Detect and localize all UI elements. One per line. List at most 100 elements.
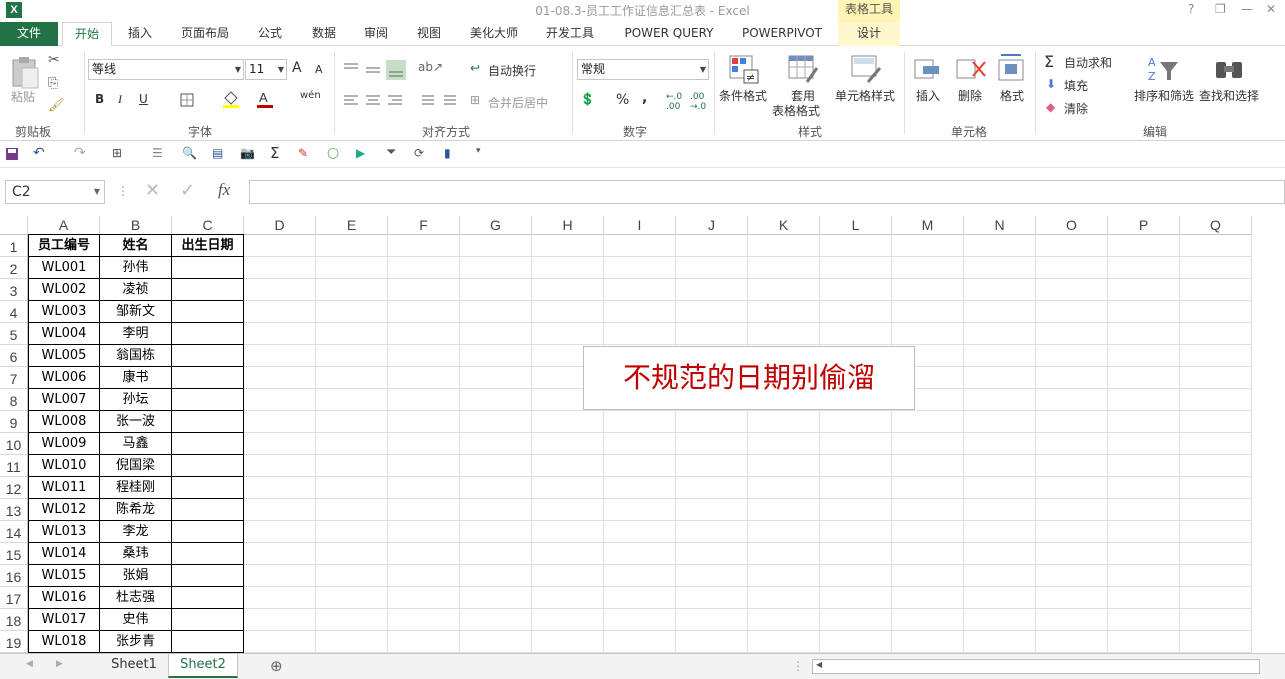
grid-cell[interactable] — [604, 257, 676, 279]
grid-cell[interactable] — [460, 499, 532, 521]
grid-cell[interactable] — [532, 587, 604, 609]
grid-cell[interactable] — [676, 323, 748, 345]
grid-cell[interactable] — [316, 521, 388, 543]
bold-button[interactable]: B — [95, 92, 104, 106]
grid-cell[interactable] — [820, 455, 892, 477]
grid-cell[interactable] — [316, 257, 388, 279]
table-cell[interactable]: 陈希龙 — [100, 499, 172, 521]
grid-cell[interactable] — [460, 631, 532, 653]
grid-cell[interactable] — [532, 323, 604, 345]
grid-cell[interactable] — [388, 631, 460, 653]
grid-cell[interactable] — [1180, 455, 1252, 477]
grid-cell[interactable] — [676, 411, 748, 433]
table-cell[interactable] — [172, 587, 244, 609]
table-cell[interactable] — [172, 521, 244, 543]
grid-cell[interactable] — [820, 257, 892, 279]
table-cell[interactable]: WL008 — [28, 411, 100, 433]
row-header[interactable]: 11 — [0, 455, 28, 477]
insert-cells-button[interactable]: 插入 — [916, 87, 940, 104]
grid-cell[interactable] — [1036, 587, 1108, 609]
grid-cell[interactable] — [892, 279, 964, 301]
grid-cell[interactable] — [244, 367, 316, 389]
grid-cell[interactable] — [892, 499, 964, 521]
tab-data[interactable]: 数据 — [300, 22, 348, 46]
row-header[interactable]: 1 — [0, 235, 28, 257]
grid-cell[interactable] — [1180, 587, 1252, 609]
grid-cell[interactable] — [676, 477, 748, 499]
grid-cell[interactable] — [1180, 631, 1252, 653]
grid-cell[interactable] — [532, 433, 604, 455]
grid-cell[interactable] — [748, 301, 820, 323]
horizontal-scrollbar[interactable]: ◀ — [812, 659, 1260, 674]
grid-cell[interactable] — [532, 631, 604, 653]
shrink-font-button[interactable]: A — [315, 63, 323, 76]
grid-cell[interactable] — [676, 257, 748, 279]
grid-cell[interactable] — [244, 499, 316, 521]
grid-cell[interactable] — [316, 499, 388, 521]
table-cell[interactable]: WL007 — [28, 389, 100, 411]
row-header[interactable]: 12 — [0, 477, 28, 499]
grid-cell[interactable] — [460, 477, 532, 499]
grid-cell[interactable] — [532, 565, 604, 587]
grid-cell[interactable] — [748, 455, 820, 477]
grid-cell[interactable] — [964, 499, 1036, 521]
grid-cell[interactable] — [244, 411, 316, 433]
grid-cell[interactable] — [1108, 433, 1180, 455]
callout-textbox[interactable]: 不规范的日期别偷溜 — [583, 346, 915, 410]
grid-cell[interactable] — [964, 587, 1036, 609]
table-cell[interactable]: WL005 — [28, 345, 100, 367]
grid-cell[interactable] — [316, 279, 388, 301]
grid-cell[interactable] — [388, 323, 460, 345]
column-header[interactable]: N — [964, 216, 1036, 235]
grid-cell[interactable] — [244, 389, 316, 411]
column-header[interactable]: K — [748, 216, 820, 235]
grid-cell[interactable] — [748, 609, 820, 631]
grid-cell[interactable] — [748, 477, 820, 499]
grid-cell[interactable] — [316, 565, 388, 587]
tab-formulas[interactable]: 公式 — [246, 22, 294, 46]
grid-cell[interactable] — [316, 235, 388, 257]
table-cell[interactable] — [172, 565, 244, 587]
table-cell[interactable] — [172, 345, 244, 367]
grid-cell[interactable] — [964, 257, 1036, 279]
grid-cell[interactable] — [676, 455, 748, 477]
table-cell[interactable]: 史伟 — [100, 609, 172, 631]
column-header[interactable]: Q — [1180, 216, 1252, 235]
table-cell[interactable]: WL016 — [28, 587, 100, 609]
grid-cell[interactable] — [676, 543, 748, 565]
column-header[interactable]: A — [28, 216, 100, 235]
grid-cell[interactable] — [388, 411, 460, 433]
save-icon[interactable] — [5, 147, 19, 161]
grid-cell[interactable] — [676, 279, 748, 301]
merge-center-button[interactable]: 合并后居中 — [488, 94, 548, 111]
grid-cell[interactable] — [892, 477, 964, 499]
grid-cell[interactable] — [1180, 279, 1252, 301]
column-header[interactable]: H — [532, 216, 604, 235]
grid-cell[interactable] — [1108, 389, 1180, 411]
grid-cell[interactable] — [1036, 477, 1108, 499]
horizontal-align-icons[interactable] — [342, 94, 404, 106]
grid-cell[interactable] — [1036, 499, 1108, 521]
grid-cell[interactable] — [964, 345, 1036, 367]
table-cell[interactable] — [172, 301, 244, 323]
sort-filter-button[interactable]: 排序和筛选 — [1134, 87, 1194, 104]
tab-page-layout[interactable]: 页面布局 — [172, 22, 238, 46]
tab-view[interactable]: 视图 — [405, 22, 453, 46]
tab-power-query[interactable]: POWER QUERY — [615, 22, 723, 46]
grid-cell[interactable] — [676, 565, 748, 587]
grid-cell[interactable] — [532, 543, 604, 565]
grid-cell[interactable] — [244, 433, 316, 455]
grid-cell[interactable] — [820, 631, 892, 653]
grid-cell[interactable] — [748, 499, 820, 521]
grid-cell[interactable] — [964, 323, 1036, 345]
find-select-button[interactable]: 查找和选择 — [1199, 87, 1259, 104]
copy-icon[interactable]: ⎘ — [48, 76, 58, 91]
table-cell[interactable]: 凌祯 — [100, 279, 172, 301]
table-cell[interactable]: 张娟 — [100, 565, 172, 587]
row-header[interactable]: 6 — [0, 345, 28, 367]
grid-cell[interactable] — [892, 455, 964, 477]
camera-icon[interactable]: 📷 — [240, 146, 255, 160]
print-preview-icon[interactable]: 🔍 — [182, 146, 197, 160]
column-header[interactable]: L — [820, 216, 892, 235]
grid-cell[interactable] — [748, 433, 820, 455]
